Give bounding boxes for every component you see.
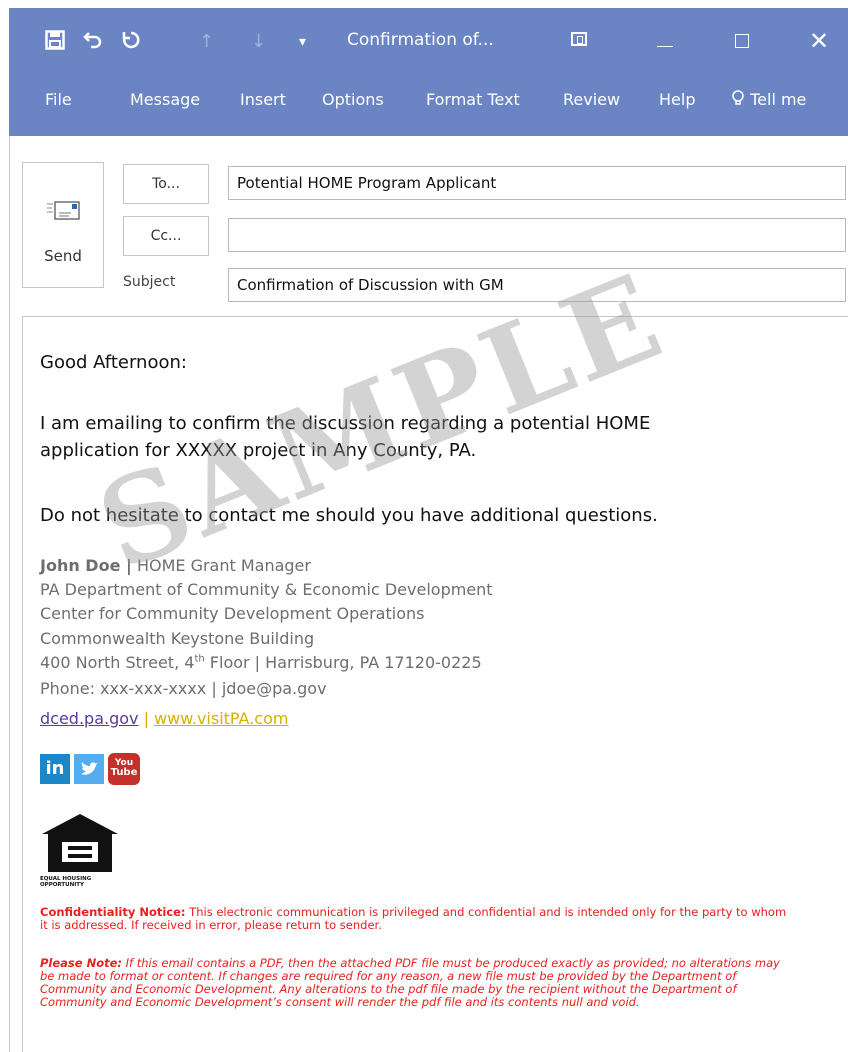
menu-message[interactable]: Message [130,90,200,109]
subject-field[interactable]: Confirmation of Discussion with GM [228,268,846,302]
signature-center: Center for Community Development Operati… [40,604,425,623]
envelope-icon [47,201,81,223]
redo-icon[interactable] [121,30,141,56]
signature-title: HOME Grant Manager [136,556,311,575]
eho-line2: OPPORTUNITY [40,882,85,888]
link-separator: | [138,709,155,728]
menu-format-text[interactable]: Format Text [426,90,520,109]
tell-me-label: Tell me [750,90,807,109]
youtube-label-bottom: Tube [110,767,138,778]
signature-phone: Phone: xxx-xxx-xxxx | jdoe@pa.gov [40,679,327,698]
subject-label: Subject [123,274,176,290]
window-title: Confirmation of... [347,30,494,50]
lightbulb-icon [731,90,750,109]
up-arrow-icon[interactable]: ↑ [199,30,214,54]
send-label: Send [44,247,82,265]
menu-insert[interactable]: Insert [240,90,286,109]
please-note-notice: Please Note: If this email contains a PD… [40,957,792,1009]
title-bar: ↑ ↓ ▾ Confirmation of... ✕ File Message … [9,8,848,136]
tell-me[interactable]: Tell me [731,90,806,109]
equal-housing-logo [40,812,120,874]
menu-options[interactable]: Options [322,90,384,109]
dced-link[interactable]: dced.pa.gov [40,709,139,728]
minimize-icon[interactable] [657,46,673,47]
ribbon-display-icon[interactable] [571,32,587,46]
signature-links: dced.pa.gov | www.visitPA.com [40,709,288,728]
linkedin-icon[interactable]: in [40,754,70,784]
down-arrow-icon[interactable]: ↓ [251,30,266,54]
menu-help[interactable]: Help [659,90,695,109]
quick-access-toolbar: ↑ ↓ ▾ Confirmation of... ✕ [9,8,848,74]
menu-file[interactable]: File [45,90,72,109]
cc-button[interactable]: Cc... [123,216,209,256]
close-icon[interactable]: ✕ [809,27,829,55]
greeting: Good Afternoon: [40,352,187,373]
please-note-label: Please Note: [40,956,122,970]
visitpa-link[interactable]: www.visitPA.com [154,709,288,728]
menu-review[interactable]: Review [563,90,620,109]
to-field[interactable]: Potential HOME Program Applicant [228,166,846,200]
save-icon[interactable] [45,30,65,56]
signature-name: John Doe | [40,556,132,575]
to-button[interactable]: To... [123,164,209,204]
body-paragraph-line1: I am emailing to confirm the discussion … [40,413,651,434]
signature-name-line: John Doe | HOME Grant Manager [40,556,311,575]
signature-building: Commonwealth Keystone Building [40,629,315,648]
body-paragraph-2: Do not hesitate to contact me should you… [40,505,658,526]
maximize-icon[interactable] [735,34,749,48]
please-note-text: If this email contains a PDF, then the a… [40,956,780,1009]
send-button[interactable]: Send [22,162,104,288]
confidentiality-label: Confidentiality Notice: [40,905,186,919]
body-paragraph-line2: application for XXXXX project in Any Cou… [40,440,477,461]
address-sup: th [194,653,205,665]
window-border [9,136,10,1052]
youtube-icon[interactable]: You Tube [108,753,140,785]
customize-icon[interactable]: ▾ [299,30,306,54]
address-street: 400 North Street, 4 [40,653,195,672]
cc-field[interactable] [228,218,846,252]
confidentiality-notice: Confidentiality Notice: This electronic … [40,906,792,932]
signature-org: PA Department of Community & Economic De… [40,580,493,599]
address-city: Floor | Harrisburg, PA 17120-0225 [204,653,482,672]
twitter-icon[interactable] [74,754,104,784]
signature-address: 400 North Street, 4th Floor | Harrisburg… [40,653,482,672]
equal-housing-text: EQUAL HOUSING OPPORTUNITY [40,876,91,888]
undo-icon[interactable] [83,30,103,56]
linkedin-label: in [45,758,65,779]
